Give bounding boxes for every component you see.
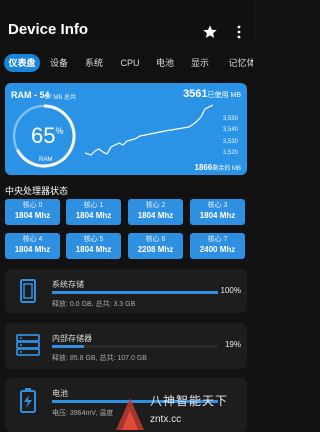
- cpu-core-2[interactable]: 核心 2 1804 Mhz: [128, 199, 183, 225]
- ram-label: RAM - 54: [11, 90, 50, 100]
- storage-progress: [52, 291, 218, 294]
- ram-card[interactable]: RAM - 54 27 MB 总共 3561已使用 MB 65% RAM 3,5…: [5, 83, 247, 175]
- tab-cpu[interactable]: CPU: [116, 54, 144, 72]
- tab-device[interactable]: 设备: [45, 54, 73, 72]
- ram-percent: 65%: [31, 123, 64, 148]
- internal-storage-title: 内部存储器: [52, 334, 92, 343]
- cpu-section-title: 中央处理器状态: [5, 186, 69, 196]
- ram-usage-chart: [85, 104, 214, 156]
- watermark-url: zntx.cc: [150, 414, 182, 425]
- cpu-core-7[interactable]: 核心 7 2400 Mhz: [190, 233, 245, 259]
- ram-free: 1866剩余的 MB: [194, 163, 241, 172]
- y-tick-1: 3,550: [223, 116, 239, 122]
- battery-detail: 电压: 3964mV, 温度: [52, 410, 114, 417]
- cpu-core-6[interactable]: 核心 6 2208 Mhz: [128, 233, 183, 259]
- ram-used: 3561已使用 MB: [183, 88, 241, 100]
- cpu-core-0[interactable]: 核心 0 1804 Mhz: [5, 199, 60, 225]
- y-tick-2: 3,540: [223, 127, 239, 133]
- system-storage-card[interactable]: 系统存储 100% 释放: 0.0 GB, 总共: 3.3 GB: [5, 269, 247, 313]
- watermark-text: 八神智能天下: [150, 394, 229, 408]
- sd-card-icon: [20, 279, 36, 303]
- tab-bar: 仪表盘 设备 系统 CPU 电池 显示 记忆体: [0, 50, 253, 76]
- cpu-core-1[interactable]: 核心 1 1804 Mhz: [66, 199, 121, 225]
- storage-percent: 100%: [220, 286, 241, 295]
- cpu-core-4[interactable]: 核心 4 1804 Mhz: [5, 233, 60, 259]
- storage-title: 系统存储: [52, 280, 84, 289]
- y-tick-4: 3,520: [223, 150, 239, 156]
- cpu-core-3[interactable]: 核心 3 1804 Mhz: [190, 199, 245, 225]
- y-tick-3: 3,530: [223, 139, 239, 145]
- battery-title: 电池: [52, 389, 68, 398]
- tab-memory[interactable]: 记忆体: [222, 54, 253, 72]
- storage-detail: 释放: 0.0 GB, 总共: 3.3 GB: [52, 301, 136, 308]
- ram-total: 27 MB 总共: [45, 95, 77, 101]
- internal-storage-card[interactable]: 内部存储器 19% 释放: 85.8 GB, 总共: 107.0 GB: [5, 323, 247, 369]
- internal-storage-percent: 19%: [224, 340, 241, 349]
- gauge-label: RAM: [39, 157, 53, 163]
- battery-charging-icon: [20, 388, 36, 413]
- internal-storage-progress: [52, 345, 218, 348]
- internal-storage-detail: 释放: 85.8 GB, 总共: 107.0 GB: [52, 355, 147, 362]
- app-bar: Device Info: [0, 0, 253, 44]
- app-title: Device Info: [8, 21, 89, 38]
- tab-system[interactable]: 系统: [80, 54, 108, 72]
- tab-dashboard[interactable]: 仪表盘: [4, 54, 40, 72]
- more-vert-icon[interactable]: [236, 25, 242, 39]
- star-icon[interactable]: [202, 24, 218, 40]
- cpu-core-5[interactable]: 核心 5 1804 Mhz: [66, 233, 121, 259]
- server-storage-icon: [16, 334, 40, 356]
- tab-battery[interactable]: 电池: [151, 54, 179, 72]
- tab-display[interactable]: 显示: [186, 54, 214, 72]
